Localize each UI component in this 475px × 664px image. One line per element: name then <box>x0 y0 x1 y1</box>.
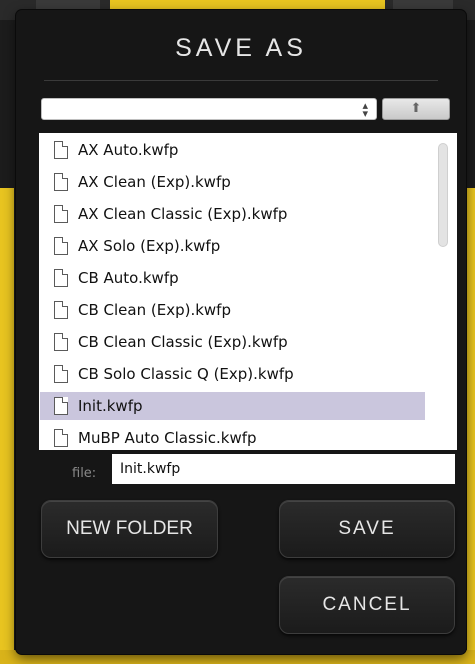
dialog-title: SAVE AS <box>175 34 307 62</box>
select-updown-icon: ▴ ▾ <box>362 99 368 120</box>
file-row[interactable]: AX Clean (Exp).kwfp <box>40 168 425 196</box>
document-icon <box>54 429 68 447</box>
file-list-scrollbar[interactable] <box>438 143 448 247</box>
up-arrow-icon: ⬆ <box>410 101 422 116</box>
file-row[interactable]: Init.kwfp <box>40 392 425 420</box>
file-name-label: file: <box>72 466 97 481</box>
parent-folder-button[interactable]: ⬆ <box>382 98 450 120</box>
file-row[interactable]: CB Clean Classic (Exp).kwfp <box>40 328 425 356</box>
title-divider <box>44 80 438 81</box>
file-row-label: CB Clean (Exp).kwfp <box>78 301 231 319</box>
document-icon <box>54 141 68 159</box>
file-row[interactable]: CB Clean (Exp).kwfp <box>40 296 425 324</box>
background-panel-edge <box>467 188 475 664</box>
folder-path-select[interactable]: ▴ ▾ <box>41 98 377 120</box>
file-row-label: MuBP Auto Classic.kwfp <box>78 429 257 447</box>
document-icon <box>54 237 68 255</box>
document-icon <box>54 397 68 415</box>
document-icon <box>54 333 68 351</box>
file-row[interactable]: AX Solo (Exp).kwfp <box>40 232 425 260</box>
document-icon <box>54 173 68 191</box>
file-name-input[interactable] <box>112 454 455 484</box>
file-row-label: AX Clean (Exp).kwfp <box>78 173 231 191</box>
document-icon <box>54 301 68 319</box>
file-row-label: CB Clean Classic (Exp).kwfp <box>78 333 288 351</box>
background-panel-edge <box>0 188 14 664</box>
file-list[interactable]: AX Auto.kwfp AX Clean (Exp).kwfp AX Clean … <box>39 133 457 450</box>
file-row[interactable]: CB Auto.kwfp <box>40 264 425 292</box>
save-as-dialog: SAVE AS ▴ ▾ ⬆ AX Auto.kwfp AX Clean (Exp).… <box>16 10 466 654</box>
document-icon <box>54 269 68 287</box>
file-row-label: CB Solo Classic Q (Exp).kwfp <box>78 365 294 383</box>
file-row-label: AX Clean Classic (Exp).kwfp <box>78 205 288 223</box>
file-row[interactable]: MuBP Auto Classic.kwfp <box>40 424 425 450</box>
file-row[interactable]: AX Clean Classic (Exp).kwfp <box>40 200 425 228</box>
document-icon <box>54 205 68 223</box>
file-row-label: AX Solo (Exp).kwfp <box>78 237 221 255</box>
save-button[interactable]: SAVE <box>279 500 455 558</box>
cancel-button[interactable]: CANCEL <box>279 576 455 634</box>
file-row[interactable]: CB Solo Classic Q (Exp).kwfp <box>40 360 425 388</box>
new-folder-button[interactable]: NEW FOLDER <box>41 500 218 558</box>
file-row-label: Init.kwfp <box>78 397 143 415</box>
document-icon <box>54 365 68 383</box>
file-row-label: CB Auto.kwfp <box>78 269 179 287</box>
file-row-label: AX Auto.kwfp <box>78 141 179 159</box>
file-row[interactable]: AX Auto.kwfp <box>40 136 425 164</box>
